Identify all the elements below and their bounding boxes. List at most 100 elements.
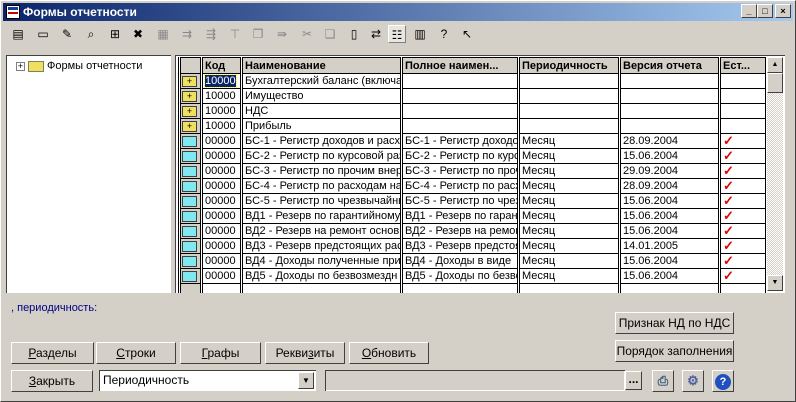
new-icon[interactable]: ▤ (9, 25, 27, 43)
cell-version[interactable]: 28.09.2004 (618, 133, 720, 149)
cell-period[interactable]: Месяц (517, 268, 620, 284)
browse-button[interactable]: ... (625, 371, 642, 390)
column-header[interactable]: Полное наимен... (400, 57, 519, 74)
cell-period[interactable]: Месяц (517, 148, 620, 164)
cell-version[interactable]: 29.09.2004 (618, 163, 720, 179)
cell-code[interactable]: 00000 (200, 133, 242, 149)
document-icon[interactable]: ▯ (345, 25, 363, 43)
scroll-up-arrow-icon[interactable]: ▲ (767, 57, 783, 73)
cell-full[interactable]: ВД4 - Доходы в виде (400, 253, 519, 269)
cell-code[interactable]: 00000 (200, 253, 242, 269)
filter-select[interactable]: Периодичность ▼ (99, 370, 316, 391)
cell-period[interactable] (517, 103, 620, 119)
table-row[interactable]: 00000 ВД3 - Резерв предстоящих рас ВД3 - Р… (178, 238, 766, 254)
cell-name[interactable]: БС-5 - Регистр по чрезвычайны (240, 193, 402, 209)
vertical-scrollbar[interactable]: ▲ ▼ (767, 57, 783, 291)
cell-period[interactable]: Месяц (517, 208, 620, 224)
cell-code[interactable]: 00000 (200, 193, 242, 209)
help-button-icon[interactable]: ? (712, 370, 734, 392)
cell-period[interactable]: Месяц (517, 133, 620, 149)
cell-version[interactable]: 15.06.2004 (618, 148, 720, 164)
cell-full[interactable]: БС-1 - Регистр доходов (400, 133, 519, 149)
cell-version[interactable] (618, 73, 720, 89)
cell-full[interactable]: БС-4 - Регистр по расх (400, 178, 519, 194)
cell-version[interactable]: 15.06.2004 (618, 268, 720, 284)
cell-period[interactable]: Месяц (517, 238, 620, 254)
tree-node-root[interactable]: + Формы отчетности (16, 60, 142, 72)
table-row[interactable]: 00000 ВД2 - Резерв на ремонт основ ВД2 - Р… (178, 223, 766, 239)
attributes-button[interactable]: Реквизиты (265, 342, 345, 364)
cell-code[interactable]: 00000 (200, 148, 242, 164)
table-row[interactable]: +10000 НДС (178, 103, 766, 119)
table-row[interactable]: 00000 ВД5 - Доходы по безвозмездн ВД5 - До… (178, 268, 766, 284)
fill-order-button[interactable]: Порядок заполнения (615, 340, 734, 362)
cell-check[interactable]: ✓ (718, 133, 766, 149)
help-icon[interactable]: ? (435, 25, 453, 43)
context-help-icon[interactable]: ↖ (458, 25, 476, 43)
add-row-icon[interactable]: ⊞ (106, 25, 124, 43)
table-row[interactable]: 00000 ВД4 - Доходы полученные при ВД4 - До… (178, 253, 766, 269)
column-header[interactable]: Версия отчета (618, 57, 720, 74)
cell-check[interactable]: ✓ (718, 148, 766, 164)
table-row[interactable]: +10000 Бухгалтерский баланс (включа (178, 73, 766, 89)
minimize-button[interactable]: _ (741, 4, 757, 18)
cell-check[interactable]: ✓ (718, 178, 766, 194)
cell-check[interactable]: ✓ (718, 193, 766, 209)
cell-version[interactable]: 15.06.2004 (618, 223, 720, 239)
close-button[interactable]: Закрыть (11, 370, 93, 392)
cell-code[interactable]: 00000 (200, 223, 242, 239)
edit-icon[interactable]: ✎ (58, 25, 76, 43)
table-row[interactable]: +10000 Прибыль (178, 118, 766, 134)
cell-period[interactable] (517, 118, 620, 134)
cell-check[interactable] (718, 88, 766, 104)
cell-check[interactable]: ✓ (718, 253, 766, 269)
cell-name[interactable]: Бухгалтерский баланс (включа (240, 73, 402, 89)
cell-code[interactable]: 00000 (200, 268, 242, 284)
rows-button[interactable]: Строки (96, 342, 176, 364)
table-row[interactable]: 00000 ВД1 - Резерв по гарантийному ВД1 - Р… (178, 208, 766, 224)
settings-gear-icon[interactable]: ⚙ (682, 370, 704, 392)
column-header[interactable]: Ест... (718, 57, 766, 74)
cell-version[interactable] (618, 88, 720, 104)
columns-button[interactable]: Графы (180, 342, 261, 364)
cell-name[interactable]: БС-4 - Регистр по расходам на (240, 178, 402, 194)
cell-version[interactable]: 14.01.2005 (618, 238, 720, 254)
cell-version[interactable] (618, 103, 720, 119)
cell-name[interactable]: Прибыль (240, 118, 402, 134)
cell-code[interactable]: 10000 (200, 73, 242, 89)
cell-version[interactable] (618, 118, 720, 134)
table-row[interactable]: 00000 БС-3 - Регистр по прочим внере БС-3 … (178, 163, 766, 179)
cell-name[interactable]: БС-2 - Регистр по курсовой раз (240, 148, 402, 164)
table-row[interactable]: +10000 Имущество (178, 88, 766, 104)
cell-full[interactable]: ВД3 - Резерв предстоящ (400, 238, 519, 254)
cell-check[interactable]: ✓ (718, 208, 766, 224)
cell-name[interactable]: ВД3 - Резерв предстоящих рас (240, 238, 402, 254)
sections-button[interactable]: Разделы (11, 342, 94, 364)
cell-period[interactable]: Месяц (517, 223, 620, 239)
filter-value-field[interactable] (325, 370, 625, 391)
cell-name[interactable]: БС-3 - Регистр по прочим внере (240, 163, 402, 179)
column-header[interactable]: Код (200, 57, 242, 74)
cell-version[interactable]: 28.09.2004 (618, 178, 720, 194)
folder-icon[interactable]: ▭ (34, 25, 52, 43)
expand-icon[interactable]: + (16, 61, 25, 71)
cell-name[interactable]: ВД4 - Доходы полученные при (240, 253, 402, 269)
cell-full[interactable] (400, 73, 519, 89)
chevron-down-icon[interactable]: ▼ (298, 372, 314, 389)
cell-code[interactable]: 00000 (200, 238, 242, 254)
column-header[interactable]: Наименование (240, 57, 402, 74)
cell-full[interactable]: ВД1 - Резерв по гаран (400, 208, 519, 224)
cell-name[interactable]: ВД2 - Резерв на ремонт основ (240, 223, 402, 239)
cell-check[interactable]: ✓ (718, 223, 766, 239)
table-icon[interactable]: ▥ (411, 25, 429, 43)
column-header[interactable] (178, 57, 202, 74)
scroll-thumb[interactable] (767, 73, 783, 93)
cell-check[interactable] (718, 73, 766, 89)
cell-code[interactable]: 10000 (200, 103, 242, 119)
cell-period[interactable] (517, 88, 620, 104)
cell-check[interactable] (718, 103, 766, 119)
cell-full[interactable]: БС-3 - Регистр по прочим (400, 163, 519, 179)
cell-version[interactable]: 15.06.2004 (618, 208, 720, 224)
cell-version[interactable]: 15.06.2004 (618, 193, 720, 209)
cell-code[interactable]: 00000 (200, 208, 242, 224)
